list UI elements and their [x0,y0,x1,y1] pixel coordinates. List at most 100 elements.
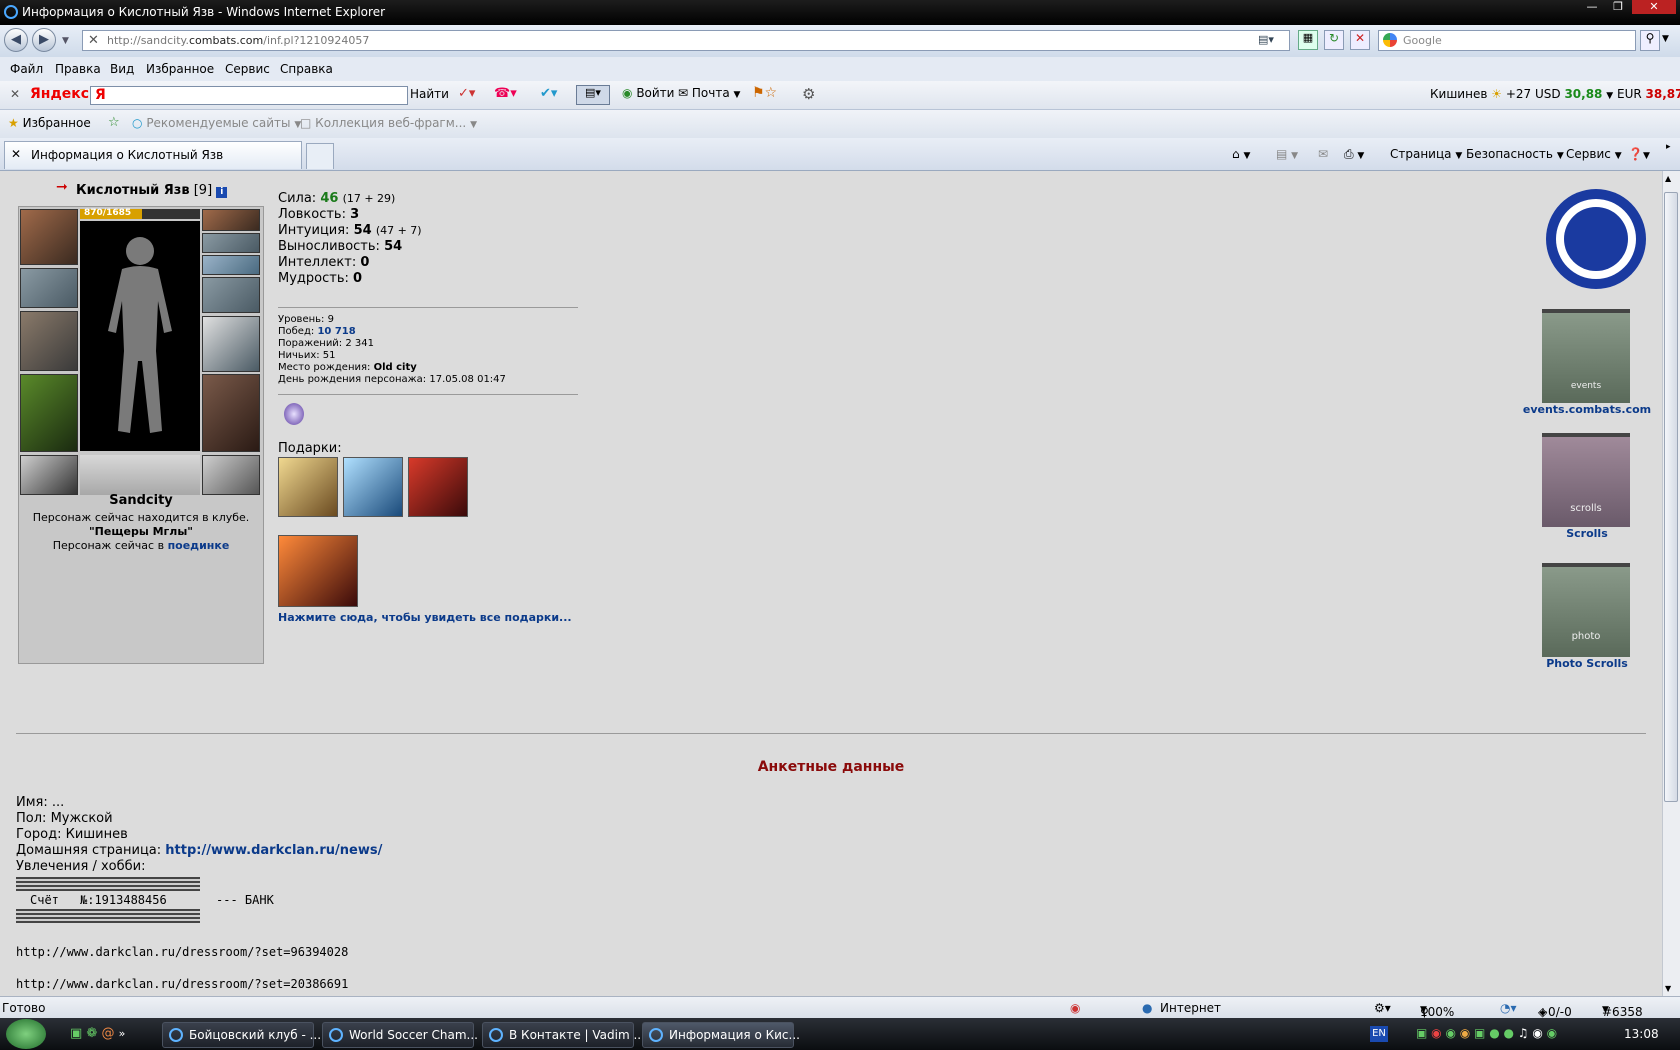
leggings-slot[interactable] [202,374,260,452]
scrollbar-thumb[interactable] [1664,192,1678,802]
help-icon[interactable]: ❓▼ [1628,147,1650,161]
home-icon[interactable]: ⌂ ▼ [1232,147,1250,161]
print-icon[interactable]: ⎙ ▼ [1344,147,1364,162]
security-menu-button[interactable]: Безопасность ▼ [1466,147,1564,161]
amulet-slot[interactable] [202,233,260,253]
recommended-sites-button[interactable]: ○ Рекомендуемые сайты ▼ [132,116,301,130]
search-icon[interactable]: ⚲ [1640,30,1660,51]
forward-button[interactable]: ▶ [32,28,56,52]
settings-gear-icon[interactable]: ⚙ [802,85,815,103]
internet-zone-icon: ● [1142,1001,1153,1015]
yandex-find-button[interactable]: Найти [410,87,449,101]
protected-mode-icon[interactable]: ⚙▾ [1374,1001,1391,1015]
refresh-icon[interactable]: ↻ [1324,30,1344,50]
scrolls-link[interactable]: Scrolls [1520,527,1654,540]
check-icon[interactable]: ✔▾ [540,86,557,101]
weather-sun-icon: ☀ [1491,87,1502,101]
weather-currency[interactable]: Кишинев ☀ +27 USD 30,88 ▼ EUR 38,87 ▼ [1430,87,1680,101]
yandex-login-button[interactable]: ◉ Войти [622,86,674,100]
translate-icon[interactable]: ☎▾ [494,86,517,101]
battle-link[interactable]: поединке [168,539,230,552]
feeds-icon[interactable]: ▤ ▼ [1276,147,1298,161]
favorites-button[interactable]: ★ Избранное [8,116,91,130]
scroll-down-icon[interactable]: ▼ [1665,984,1671,993]
profile-name: Имя: ... [16,795,65,810]
toolbar-overflow-icon[interactable]: ▸ [1666,142,1671,152]
photo-scrolls-link[interactable]: Photo Scrolls [1520,657,1654,670]
task-info-active[interactable]: Информация о Кис... [642,1022,800,1048]
helmet-slot[interactable] [20,209,78,265]
events-banner[interactable]: events [1542,309,1630,403]
yandex-search-input[interactable]: Я [90,86,408,105]
search-input[interactable]: Google [1378,30,1636,51]
boots-slot[interactable] [202,455,260,495]
back-button[interactable]: ◀ [4,28,28,52]
gift-banner[interactable] [408,457,468,517]
fish-emblem-icon[interactable] [1546,189,1646,289]
menu-edit[interactable]: Правка [55,62,101,76]
addon-icon[interactable]: ◔▾ [1500,1001,1517,1015]
all-gifts-link[interactable]: Нажмите сюда, чтобы увидеть все подарки.… [278,611,572,624]
language-indicator[interactable]: EN [1370,1026,1388,1042]
tools-menu-button[interactable]: Сервис ▼ [1566,147,1622,161]
webslices-button[interactable]: □ Коллекция веб-фрагм... ▼ [300,116,477,130]
clan-name: Sandcity [109,493,173,508]
divider [278,394,578,395]
bar-mode-toggle[interactable]: ▤▾ [576,85,610,105]
belt-slot[interactable] [20,455,78,495]
gift-ice[interactable] [343,457,403,517]
minimize-button[interactable]: — [1580,0,1604,14]
gift-horn[interactable] [278,457,338,517]
homepage-link[interactable]: http://www.darkclan.ru/news/ [165,843,382,858]
restore-button[interactable]: ❐ [1606,0,1630,14]
menu-file[interactable]: Файл [10,62,43,76]
gift-card[interactable] [278,535,358,607]
rss-compat-icon[interactable]: ▦ [1298,30,1318,50]
gifts-title: Подарки: [278,441,342,456]
bookmarks-icon[interactable]: ⚑☆ [752,85,777,101]
armor-slot[interactable] [20,374,78,452]
rings-slot[interactable] [202,255,260,275]
scroll-up-icon[interactable]: ▲ [1665,174,1671,183]
private-message-icon[interactable]: ➞ [56,179,68,195]
gloves-slot[interactable] [202,277,260,313]
menu-tools[interactable]: Сервис [225,62,270,76]
task-fightclub[interactable]: Бойцовский клуб - ... [162,1022,321,1048]
history-dropdown-icon[interactable]: ▼ [62,36,69,46]
compat-view-icon[interactable]: ▤▾ [1258,33,1274,46]
yandex-mail-button[interactable]: ✉ Почта ▼ [678,86,740,100]
menu-favorites[interactable]: Избранное [146,62,214,76]
scrolls-banner[interactable]: scrolls [1542,433,1630,527]
task-soccer[interactable]: World Soccer Cham... [322,1022,478,1048]
orden-badge-icon[interactable] [284,403,304,425]
ie-small-icon: ○ [132,116,143,130]
shield-slot[interactable] [202,316,260,372]
weapon-slot[interactable] [20,311,78,371]
close-window-button[interactable]: ✕ [1632,0,1676,14]
tray-icons[interactable]: ▣ ◉ ◉ ◉ ▣ ● ● ♫ ◉ ◉ [1416,1026,1557,1040]
tab-active[interactable]: ✕ Информация о Кислотный Язв [4,141,302,169]
events-link[interactable]: events.combats.com [1520,403,1654,416]
info-icon[interactable]: i [216,187,228,198]
spellcheck-icon[interactable]: ✓▾ [458,86,475,101]
earring-slot[interactable] [202,209,260,231]
page-menu-button[interactable]: Страница ▼ [1390,147,1462,161]
add-favorite-icon[interactable]: ☆ [108,115,120,130]
task-vkontakte[interactable]: В Контакте | Vadim ... [482,1022,645,1048]
start-button[interactable] [6,1019,46,1049]
photo-scrolls-banner[interactable]: photo [1542,563,1630,657]
read-mail-icon[interactable]: ✉ [1318,147,1328,161]
wins-link[interactable]: 10 718 [317,326,355,337]
quicklaunch-icons[interactable]: ▣ ❁ @ » [70,1026,125,1041]
menu-view[interactable]: Вид [110,62,134,76]
bracers-slot[interactable] [20,268,78,308]
stop-icon[interactable]: ✕ [1350,30,1370,50]
profile-homepage: Домашняя страница: http://www.darkclan.r… [16,843,383,858]
popup-blocker-icon[interactable]: ◉ [1070,1001,1080,1015]
new-tab-button[interactable] [306,143,334,169]
address-bar[interactable]: ✕ http://sandcity.combats.com/inf.pl?121… [82,30,1290,51]
close-toolbar-icon[interactable]: ✕ [10,87,20,101]
menu-help[interactable]: Справка [280,62,333,76]
search-options-icon[interactable]: ▼ [1662,34,1669,44]
page-content: ➞ Кислотный Язв [9] i 870/1685 Sandcity … [0,171,1662,996]
